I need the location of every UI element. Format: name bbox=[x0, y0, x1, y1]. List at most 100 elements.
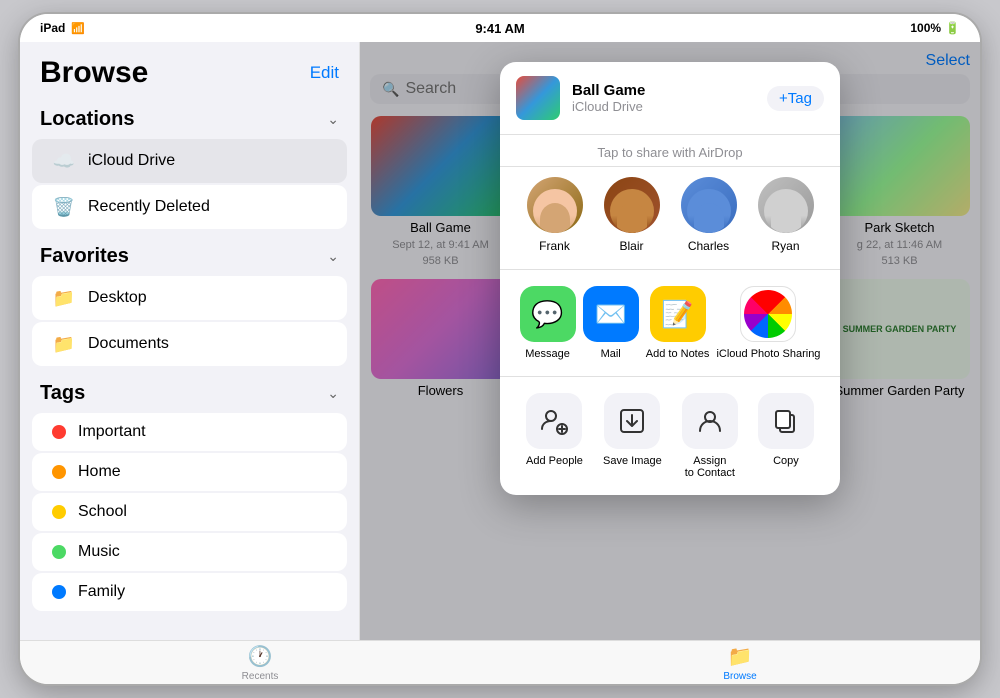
save-image-label: Save Image bbox=[603, 455, 662, 467]
documents-folder-icon: 📁 bbox=[52, 332, 76, 356]
ipad-label: iPad bbox=[40, 21, 65, 35]
wifi-icon: 📶 bbox=[71, 22, 85, 35]
airdrop-contact-charles[interactable]: Charles bbox=[681, 177, 737, 253]
photos-label: iCloud Photo Sharing bbox=[716, 348, 820, 360]
sidebar-item-school[interactable]: School bbox=[32, 493, 347, 531]
share-panel: Ball Game iCloud Drive +Tag Tap to share… bbox=[500, 62, 840, 495]
assign-contact-label: Assignto Contact bbox=[685, 455, 735, 479]
family-label: Family bbox=[78, 583, 125, 601]
blair-name: Blair bbox=[619, 239, 643, 253]
share-file-info: Ball Game iCloud Drive bbox=[572, 82, 755, 114]
share-app-photos[interactable]: iCloud Photo Sharing bbox=[716, 286, 820, 360]
documents-label: Documents bbox=[88, 335, 169, 353]
battery-percent: 100% bbox=[910, 21, 941, 35]
sidebar: Browse Edit Locations ⌄ ☁️ iCloud Drive … bbox=[20, 42, 360, 640]
add-people-label: Add People bbox=[526, 455, 583, 467]
sidebar-item-home[interactable]: Home bbox=[32, 453, 347, 491]
family-dot bbox=[52, 585, 66, 599]
share-header: Ball Game iCloud Drive +Tag bbox=[500, 62, 840, 135]
avatar-blair bbox=[604, 177, 660, 233]
ipad-frame: iPad 📶 9:41 AM 100% 🔋 Browse Edit Locati… bbox=[20, 14, 980, 684]
add-people-icon bbox=[526, 393, 582, 449]
sidebar-item-recently-deleted[interactable]: 🗑️ Recently Deleted bbox=[32, 185, 347, 229]
sidebar-item-icloud[interactable]: ☁️ iCloud Drive bbox=[32, 139, 347, 183]
desktop-label: Desktop bbox=[88, 289, 147, 307]
trash-icon: 🗑️ bbox=[52, 195, 76, 219]
locations-label: Locations bbox=[40, 108, 134, 131]
share-action-add-people[interactable]: Add People bbox=[526, 393, 583, 479]
recents-tab-icon: 🕐 bbox=[248, 644, 273, 669]
battery-icon: 🔋 bbox=[945, 21, 960, 35]
frank-name: Frank bbox=[539, 239, 570, 253]
tab-bar: 🕐 Recents 📁 Browse bbox=[20, 640, 980, 684]
status-left: iPad 📶 bbox=[40, 21, 85, 35]
status-right: 100% 🔋 bbox=[910, 21, 960, 35]
share-action-assign-contact[interactable]: Assignto Contact bbox=[682, 393, 738, 479]
copy-icon bbox=[758, 393, 814, 449]
school-label: School bbox=[78, 503, 127, 521]
message-app-icon: 💬 bbox=[520, 286, 576, 342]
avatar-charles bbox=[681, 177, 737, 233]
share-tag-button[interactable]: +Tag bbox=[767, 86, 824, 111]
charles-name: Charles bbox=[688, 239, 729, 253]
locations-section-header: Locations ⌄ bbox=[20, 94, 359, 137]
home-label: Home bbox=[78, 463, 121, 481]
school-dot bbox=[52, 505, 66, 519]
airdrop-contact-blair[interactable]: Blair bbox=[604, 177, 660, 253]
mail-app-icon: ✉️ bbox=[583, 286, 639, 342]
sidebar-item-important[interactable]: Important bbox=[32, 413, 347, 451]
save-image-icon bbox=[604, 393, 660, 449]
important-label: Important bbox=[78, 423, 146, 441]
airdrop-label: Tap to share with AirDrop bbox=[500, 135, 840, 167]
icloud-icon: ☁️ bbox=[52, 149, 76, 173]
home-dot bbox=[52, 465, 66, 479]
avatar-ryan bbox=[758, 177, 814, 233]
favorites-section-header: Favorites ⌄ bbox=[20, 231, 359, 274]
mail-label: Mail bbox=[601, 348, 621, 360]
locations-chevron-icon[interactable]: ⌄ bbox=[327, 111, 339, 128]
share-file-location: iCloud Drive bbox=[572, 99, 755, 114]
recently-deleted-label: Recently Deleted bbox=[88, 198, 210, 216]
icloud-label: iCloud Drive bbox=[88, 152, 175, 170]
airdrop-contacts: Frank Blair bbox=[500, 167, 840, 270]
share-app-notes[interactable]: 📝 Add to Notes bbox=[646, 286, 710, 360]
favorites-chevron-icon[interactable]: ⌄ bbox=[327, 248, 339, 265]
sidebar-item-music[interactable]: Music bbox=[32, 533, 347, 571]
avatar-frank bbox=[527, 177, 583, 233]
ryan-name: Ryan bbox=[771, 239, 799, 253]
share-app-mail[interactable]: ✉️ Mail bbox=[583, 286, 639, 360]
share-file-icon bbox=[516, 76, 560, 120]
tab-recents[interactable]: 🕐 Recents bbox=[20, 644, 500, 682]
share-actions: Add People Save Image bbox=[500, 377, 840, 495]
browse-tab-icon: 📁 bbox=[728, 644, 753, 669]
status-bar: iPad 📶 9:41 AM 100% 🔋 bbox=[20, 14, 980, 42]
share-apps: 💬 Message ✉️ Mail 📝 bbox=[500, 270, 840, 377]
message-label: Message bbox=[525, 348, 570, 360]
tags-section-header: Tags ⌄ bbox=[20, 368, 359, 411]
content-area: Select 🔍 Ball Game Sept 12, at 9:41 AM 9… bbox=[360, 42, 980, 640]
share-action-save-image[interactable]: Save Image bbox=[603, 393, 662, 479]
airdrop-contact-ryan[interactable]: Ryan bbox=[758, 177, 814, 253]
status-time: 9:41 AM bbox=[475, 21, 524, 36]
edit-button[interactable]: Edit bbox=[310, 63, 339, 83]
share-app-message[interactable]: 💬 Message bbox=[520, 286, 576, 360]
airdrop-contact-frank[interactable]: Frank bbox=[527, 177, 583, 253]
photos-app-icon bbox=[740, 286, 796, 342]
notes-label: Add to Notes bbox=[646, 348, 710, 360]
share-action-copy[interactable]: Copy bbox=[758, 393, 814, 479]
notes-app-icon: 📝 bbox=[650, 286, 706, 342]
sidebar-item-desktop[interactable]: 📁 Desktop bbox=[32, 276, 347, 320]
important-dot bbox=[52, 425, 66, 439]
recents-tab-label: Recents bbox=[242, 671, 279, 682]
sidebar-item-family[interactable]: Family bbox=[32, 573, 347, 611]
favorites-label: Favorites bbox=[40, 245, 129, 268]
music-label: Music bbox=[78, 543, 120, 561]
sidebar-title: Browse bbox=[40, 56, 148, 90]
share-overlay: Ball Game iCloud Drive +Tag Tap to share… bbox=[360, 42, 980, 640]
music-dot bbox=[52, 545, 66, 559]
desktop-folder-icon: 📁 bbox=[52, 286, 76, 310]
assign-contact-icon bbox=[682, 393, 738, 449]
tab-browse[interactable]: 📁 Browse bbox=[500, 644, 980, 682]
tags-chevron-icon[interactable]: ⌄ bbox=[327, 385, 339, 402]
sidebar-item-documents[interactable]: 📁 Documents bbox=[32, 322, 347, 366]
